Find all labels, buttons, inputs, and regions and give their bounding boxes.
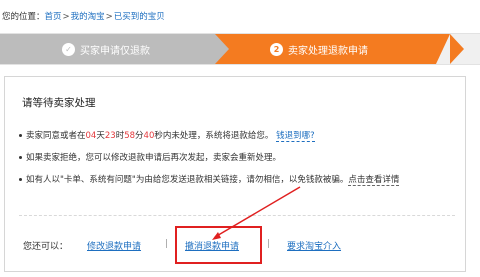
request-taobao-intervene-button[interactable]: 要求淘宝介入 xyxy=(287,239,341,252)
hours-unit: 时 xyxy=(115,131,125,141)
seconds-unit: 秒 xyxy=(154,131,163,141)
list-item: 如有人以"卡单、系统有问题"为由给您发送退款相关链接，请勿相信，以免钱款被骗。点… xyxy=(19,169,459,191)
minutes-unit: 分 xyxy=(135,131,144,141)
step-seller-processing: 2 卖家处理退款申请 xyxy=(215,34,450,64)
action-separator: | xyxy=(267,239,271,249)
info-list: 卖家同意或者在04天23时58分40秒内未处理，系统将退款给您。 钱退到哪? 如… xyxy=(19,125,459,191)
action-separator: | xyxy=(165,239,169,249)
breadcrumb-my-taobao-link[interactable]: 我的淘宝 xyxy=(71,12,105,22)
step-buyer-request: ✓ 买家申请仅退款 xyxy=(0,34,230,64)
progress-steps: ✓ 买家申请仅退款 2 卖家处理退款申请 xyxy=(0,33,480,65)
step-end-arrow xyxy=(450,34,464,64)
annotation-highlight-box xyxy=(175,226,262,264)
step-label: 买家申请仅退款 xyxy=(80,45,150,57)
step-label: 卖家处理退款申请 xyxy=(288,45,368,57)
breadcrumb: 您的位置：首页>我的淘宝>已买到的宝贝 xyxy=(2,10,165,22)
list-item: 如果卖家拒绝，您可以修改退款申请后再次发起，卖家会重新处理。 xyxy=(19,147,459,169)
step-number-icon: 2 xyxy=(270,43,283,56)
step-divider-arrow xyxy=(215,34,229,64)
days-unit: 天 xyxy=(96,131,105,141)
breadcrumb-home-link[interactable]: 首页 xyxy=(45,12,62,22)
countdown-days: 04 xyxy=(85,131,97,141)
countdown-seconds: 40 xyxy=(143,131,155,141)
breadcrumb-purchased-link[interactable]: 已买到的宝贝 xyxy=(114,12,165,22)
countdown-minutes: 58 xyxy=(124,131,136,141)
scam-warning-text: 如有人以"卡单、系统有问题"为由给您发送退款相关链接，请勿相信，以免钱款被骗。 xyxy=(26,175,349,185)
section-divider xyxy=(19,215,455,216)
bullet-icon xyxy=(19,134,22,137)
bullet-icon xyxy=(19,178,22,181)
refund-status-panel: 请等待卖家处理 卖家同意或者在04天23时58分40秒内未处理，系统将退款给您。… xyxy=(4,76,466,272)
checkmark-icon: ✓ xyxy=(62,42,75,56)
breadcrumb-separator: > xyxy=(62,12,70,22)
modify-refund-button[interactable]: 修改退款申请 xyxy=(87,239,141,252)
panel-title: 请等待卖家处理 xyxy=(22,97,96,109)
breadcrumb-prefix: 您的位置： xyxy=(2,12,45,22)
view-details-link[interactable]: 点击查看详情 xyxy=(348,175,400,186)
breadcrumb-separator: > xyxy=(105,12,113,22)
countdown-hours: 23 xyxy=(104,131,116,141)
actions-label: 您还可以： xyxy=(23,242,69,252)
bullet-icon xyxy=(19,156,22,159)
countdown-prefix: 卖家同意或者在 xyxy=(26,131,86,141)
reject-info-text: 如果卖家拒绝，您可以修改退款申请后再次发起，卖家会重新处理。 xyxy=(26,153,282,163)
countdown-suffix: 内未处理，系统将退款给您。 xyxy=(162,131,274,141)
where-money-goes-link[interactable]: 钱退到哪? xyxy=(276,131,315,142)
list-item: 卖家同意或者在04天23时58分40秒内未处理，系统将退款给您。 钱退到哪? xyxy=(19,125,459,147)
